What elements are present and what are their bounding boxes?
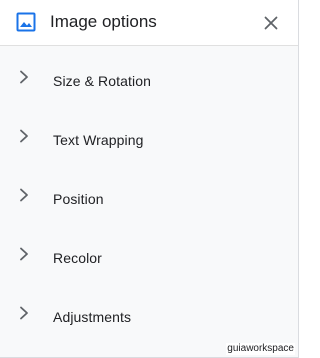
chevron-right-icon xyxy=(17,70,31,84)
section-size-rotation[interactable]: Size & Rotation xyxy=(0,46,298,105)
close-icon xyxy=(264,16,278,30)
panel-header: Image options xyxy=(0,0,298,46)
chevron-right-icon xyxy=(17,247,31,261)
chevron-right-icon xyxy=(17,306,31,320)
image-icon xyxy=(16,12,36,32)
section-label: Recolor xyxy=(53,250,102,266)
section-label: Size & Rotation xyxy=(53,73,151,89)
chevron-right-icon xyxy=(17,129,31,143)
chevron-right-icon xyxy=(17,188,31,202)
section-label: Text Wrapping xyxy=(53,132,144,148)
section-adjustments[interactable]: Adjustments xyxy=(0,282,298,341)
options-section-list: Size & Rotation Text Wrapping Position R… xyxy=(0,46,298,357)
close-button[interactable] xyxy=(259,11,283,35)
watermark-text: guiaworkspace xyxy=(226,343,295,355)
section-label: Position xyxy=(53,191,104,207)
image-options-panel: Image options Size & Rotation Text Wrapp… xyxy=(0,0,299,358)
section-position[interactable]: Position xyxy=(0,164,298,223)
section-text-wrapping[interactable]: Text Wrapping xyxy=(0,105,298,164)
panel-title: Image options xyxy=(50,12,157,31)
section-label: Adjustments xyxy=(53,309,132,325)
section-recolor[interactable]: Recolor xyxy=(0,223,298,282)
